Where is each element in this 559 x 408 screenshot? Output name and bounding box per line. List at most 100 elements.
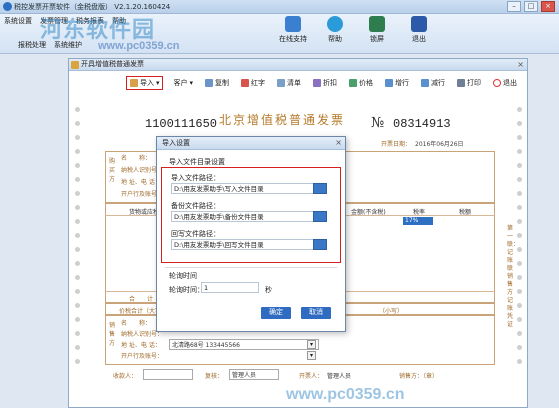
print-button[interactable]: 打印 — [455, 76, 483, 90]
issue-date: 开票日期： 2016年06月26日 — [381, 139, 464, 148]
print-icon — [457, 79, 465, 87]
poll-time-input[interactable]: 1 — [201, 282, 259, 293]
writeback-path-browse-button[interactable] — [313, 239, 327, 250]
drawer-label: 开票人： — [299, 373, 324, 380]
directory-section-label: 导入文件目录设置 — [169, 158, 225, 166]
seller-name-label: 名 称： — [121, 320, 152, 327]
invoice-window-title: 开具增值税普通发票 — [81, 60, 144, 68]
seller-bank-dropdown-icon[interactable]: ▾ — [307, 351, 316, 360]
discount-button[interactable]: 折扣 — [311, 76, 339, 90]
print-label: 打印 — [467, 79, 481, 87]
seller-bank-label: 开户行及账号： — [121, 353, 164, 360]
buyer-name-label: 名 称： — [121, 155, 152, 162]
seller-address-dropdown-icon[interactable]: ▾ — [307, 340, 316, 349]
buyer-address-label: 地 址、电 话： — [121, 179, 161, 186]
app-title: 税控发票开票软件（金税盘版） V2.1.20.160424 — [14, 3, 171, 11]
invoice-window-title-bar: 开具增值税普通发票 × — [69, 59, 527, 71]
import-icon — [129, 79, 138, 87]
help-button[interactable]: 帮助 — [320, 16, 350, 44]
writeback-path-label: 回写文件路径： — [171, 230, 220, 238]
invoice-window-icon — [71, 61, 79, 69]
exit-app-button[interactable]: 退出 — [404, 16, 434, 44]
lock-screen-button[interactable]: 锁屏 — [362, 16, 392, 44]
copy-purpose-vertical: 第一联：记账联 销售方记账凭证 — [507, 225, 520, 328]
cancel-button[interactable]: 取消 — [301, 307, 331, 319]
window-controls: – □ × — [507, 1, 555, 12]
red-invoice-icon — [241, 79, 249, 87]
invoice-toolbar: 导入 ▾ 客户 ▾ 复制 红字 清单 折扣 价格 增行 减行 打印 退出 — [69, 73, 527, 93]
minimize-button[interactable]: – — [507, 1, 521, 12]
discount-icon — [313, 79, 321, 87]
issue-date-value: 2016年06月26日 — [415, 141, 464, 148]
backup-path-browse-button[interactable] — [313, 211, 327, 222]
total-label: 合 计 — [129, 296, 154, 303]
dialog-title-bar: 导入设置 × — [157, 137, 345, 150]
add-row-button[interactable]: 增行 — [383, 76, 411, 90]
buyer-side-label: 购买方 — [109, 158, 116, 183]
invoice-number-symbol: № — [371, 115, 385, 131]
maximize-button[interactable]: □ — [524, 1, 538, 12]
import-path-input[interactable]: D:\用友发票助手\写入文件目录 — [171, 183, 321, 194]
watermark-url: www.pc0359.cn — [98, 40, 180, 52]
red-invoice-button[interactable]: 红字 — [239, 76, 267, 90]
price-label: 价格 — [359, 79, 373, 87]
invoice-heading: 北京增值税普通发票 — [219, 113, 346, 127]
payee-field[interactable] — [143, 369, 193, 380]
lock-screen-label: 锁屏 — [370, 35, 384, 43]
dialog-title: 导入设置 — [162, 139, 190, 147]
customer-button[interactable]: 客户 ▾ — [171, 76, 195, 90]
poll-divider — [165, 267, 337, 268]
app-logo-icon — [3, 2, 12, 11]
import-button[interactable]: 导入 ▾ — [125, 76, 164, 90]
import-path-browse-button[interactable] — [313, 183, 327, 194]
discount-label: 折扣 — [323, 79, 337, 87]
invoice-window-close-icon[interactable]: × — [517, 59, 524, 70]
import-settings-dialog: 导入设置 × 导入文件目录设置 导入文件路径： D:\用友发票助手\写入文件目录… — [156, 136, 346, 332]
power-icon — [493, 79, 501, 87]
dialog-close-icon[interactable]: × — [335, 137, 342, 149]
reviewer-field[interactable]: 管理人员 — [229, 369, 279, 380]
copy-label: 复制 — [215, 79, 229, 87]
delete-row-icon — [421, 79, 429, 87]
selected-tax-rate-cell[interactable]: 17% — [403, 217, 433, 225]
payee-label: 收款人： — [113, 373, 138, 380]
ok-button[interactable]: 确定 — [261, 307, 291, 319]
exit-icon — [411, 16, 427, 32]
poll-time-label: 轮询时间： — [169, 286, 204, 294]
online-support-button[interactable]: 在线支持 — [278, 16, 308, 44]
poll-section-label: 轮询时间 — [169, 272, 197, 280]
list-button[interactable]: 清单 — [275, 76, 303, 90]
import-path-label: 导入文件路径： — [171, 174, 220, 182]
invoice-number: 08314913 — [393, 117, 451, 131]
help-icon — [327, 16, 343, 32]
chevron-down-icon: ▾ — [189, 79, 193, 87]
delete-row-button[interactable]: 减行 — [419, 76, 447, 90]
exit-invoice-label: 退出 — [503, 79, 517, 87]
close-button[interactable]: × — [541, 1, 555, 12]
list-icon — [277, 79, 285, 87]
price-button[interactable]: 价格 — [347, 76, 375, 90]
drawer-value: 管理人员 — [327, 373, 352, 380]
main-toolbar: 在线支持 帮助 锁屏 退出 — [278, 16, 434, 44]
online-support-label: 在线支持 — [279, 35, 307, 43]
exit-invoice-button[interactable]: 退出 — [491, 76, 519, 90]
issue-date-label: 开票日期： — [381, 141, 412, 148]
seller-address-field[interactable]: 北清路68号 13344556​6 — [169, 339, 319, 350]
backup-path-label: 备份文件路径： — [171, 202, 220, 210]
chevron-down-icon: ▾ — [155, 79, 160, 87]
delete-row-label: 减行 — [431, 79, 445, 87]
price-icon — [349, 79, 357, 87]
writeback-path-input[interactable]: D:\用友发票助手\回写文件目录 — [171, 239, 321, 250]
add-row-icon — [385, 79, 393, 87]
exit-app-label: 退出 — [412, 35, 426, 43]
watermark-bottom-url: www.pc0359.cn — [286, 386, 405, 403]
support-icon — [285, 16, 301, 32]
lock-icon — [369, 16, 385, 32]
copy-button[interactable]: 复制 — [203, 76, 231, 90]
menu-system-settings[interactable]: 系统设置 — [4, 16, 32, 26]
backup-path-input[interactable]: D:\用友发票助手\备份文件目录 — [171, 211, 321, 222]
seller-stamp-label: 销售方：（章） — [399, 373, 439, 380]
copy-icon — [205, 79, 213, 87]
import-label: 导入 — [139, 79, 154, 87]
red-invoice-label: 红字 — [251, 79, 265, 87]
